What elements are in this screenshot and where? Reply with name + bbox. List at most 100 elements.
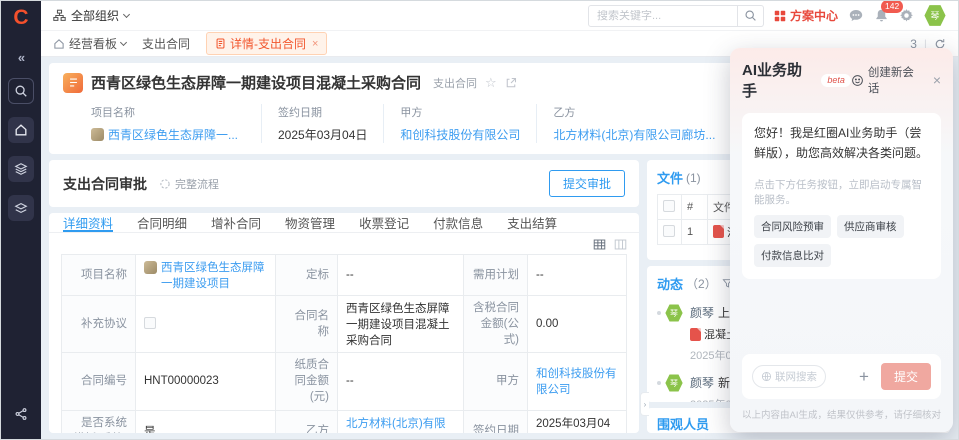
- table-row: 合同编号 HNT00000023 纸质合同金额(元) -- 甲方 和创科技股份有…: [62, 353, 627, 410]
- sidebar-search-button[interactable]: [8, 78, 34, 104]
- grid-icon: [774, 10, 786, 22]
- layers-icon: [14, 201, 28, 215]
- notifications-button[interactable]: 142: [874, 8, 889, 23]
- ai-greeting-card: 您好！我是红圈AI业务助手（尝鲜版），助您高效解决各类问题。 点击下方任务按钮，…: [742, 113, 941, 279]
- tab-label: 经营看板: [69, 35, 117, 52]
- gear-icon: [899, 8, 914, 23]
- tab-label: 详情-支出合同: [230, 35, 306, 52]
- contract-detail-card: 详细资料 合同明细 增补合同 物资管理 收票登记 付款信息 支出结算: [49, 213, 639, 433]
- table-view-icon[interactable]: [593, 238, 606, 251]
- tab-contract-detail-active[interactable]: 详情-支出合同 ×: [206, 32, 327, 55]
- topbar: 全部组织 方案中心 142 琴: [41, 1, 958, 31]
- contract-title: 西青区绿色生态屏障一期建设项目混凝土采购合同: [91, 72, 421, 93]
- tab-label: 支出合同: [142, 35, 190, 52]
- web-search-toggle[interactable]: 联网搜索: [752, 365, 826, 388]
- ai-panel-title: AI业务助手: [742, 59, 816, 101]
- close-tab-icon[interactable]: ×: [312, 38, 318, 50]
- org-selector[interactable]: 全部组织: [53, 7, 129, 24]
- ai-greeting-text: 您好！我是红圈AI业务助手（尝鲜版），助您高效解决各类问题。: [754, 123, 929, 164]
- table-toolbar: [49, 233, 639, 254]
- detail-tabs: 详细资料 合同明细 增补合同 物资管理 收票登记 付款信息 支出结算: [49, 213, 639, 233]
- tab-materials[interactable]: 物资管理: [285, 213, 335, 232]
- party-a-link[interactable]: 和创科技股份有限公司: [536, 368, 617, 396]
- panel-collapse-handle[interactable]: ›: [640, 392, 649, 416]
- solution-center-link[interactable]: 方案中心: [774, 7, 838, 24]
- sidebar: C «: [1, 1, 41, 439]
- tab-dashboard[interactable]: 经营看板: [53, 35, 126, 52]
- global-search: [588, 5, 764, 27]
- ai-input-bar: 联网搜索 + 提交: [742, 354, 941, 399]
- approval-title: 支出合同审批: [63, 174, 147, 194]
- sidebar-modules-button[interactable]: [8, 156, 34, 182]
- table-row: 项目名称 西青区绿色生态屏障一期建设项目 定标 -- 需用计划 --: [62, 255, 627, 296]
- sidebar-apps-button[interactable]: [8, 195, 34, 221]
- attach-plus-icon[interactable]: +: [859, 368, 869, 385]
- full-flow-link[interactable]: 完整流程: [159, 176, 219, 192]
- project-link[interactable]: 西青区绿色生态屏障一...: [108, 126, 238, 143]
- party-a-link[interactable]: 和创科技股份有限公司: [400, 126, 520, 143]
- files-title: 文件: [657, 168, 683, 187]
- select-all-checkbox[interactable]: [663, 200, 675, 212]
- sidebar-home-button[interactable]: [8, 117, 34, 143]
- org-tree-icon: [53, 9, 66, 22]
- layers-icon: [14, 162, 28, 176]
- tab-detail-info[interactable]: 详细资料: [63, 213, 113, 232]
- chat-bubble-icon: [848, 8, 864, 24]
- activity-count: （2）: [686, 275, 717, 292]
- tab-payments[interactable]: 付款信息: [433, 213, 483, 232]
- search-input[interactable]: [589, 10, 737, 22]
- party-b-link[interactable]: 北方材料(北京)有限公司廊坊分公司: [346, 418, 446, 433]
- supplement-checkbox[interactable]: [144, 317, 156, 329]
- collapse-sidebar-icon[interactable]: «: [18, 50, 24, 65]
- project-link[interactable]: 西青区绿色生态屏障一期建设项目: [161, 259, 267, 291]
- task-contract-risk-button[interactable]: 合同风险预审: [754, 215, 831, 238]
- tab-contract-items[interactable]: 合同明细: [137, 213, 187, 232]
- field-sign-date: 签约日期 2025年03月04日: [261, 104, 383, 143]
- org-label: 全部组织: [71, 7, 119, 24]
- chevron-down-icon: [120, 38, 127, 45]
- search-submit-button[interactable]: [737, 6, 763, 26]
- settings-button[interactable]: [899, 8, 914, 23]
- flow-circle-icon: [159, 178, 171, 190]
- contract-doc-icon: [63, 73, 83, 93]
- ai-submit-button[interactable]: 提交: [881, 363, 931, 390]
- new-chat-button[interactable]: 创建新会话: [851, 64, 925, 96]
- messages-button[interactable]: [848, 8, 864, 24]
- pdf-file-icon: [713, 225, 724, 238]
- project-icon: [144, 261, 157, 274]
- table-row: 是否系统模板(系统) 是 乙方 北方材料(北京)有限公司廊坊分公司 签约日期 2…: [62, 410, 627, 433]
- submit-approval-button[interactable]: 提交审批: [549, 170, 625, 197]
- external-link-icon[interactable]: [505, 77, 517, 89]
- tab-invoices[interactable]: 收票登记: [359, 213, 409, 232]
- columns-view-icon[interactable]: [614, 238, 627, 251]
- contract-type-tag: 支出合同: [433, 75, 477, 91]
- field-project-name: 项目名称 西青区绿色生态屏障一...: [91, 104, 261, 143]
- search-icon: [14, 84, 28, 98]
- avatar: 琴: [665, 374, 683, 392]
- beta-badge: beta: [821, 74, 851, 87]
- smiley-icon: [851, 74, 864, 87]
- home-icon: [53, 38, 65, 50]
- tab-settlement[interactable]: 支出结算: [507, 213, 557, 232]
- party-b-link[interactable]: 北方材料(北京)有限公司廊坊...: [553, 126, 715, 143]
- file-checkbox[interactable]: [663, 225, 675, 237]
- tab-supplement[interactable]: 增补合同: [211, 213, 261, 232]
- tab-expense-contracts[interactable]: 支出合同: [142, 35, 190, 52]
- share-network-icon: [14, 407, 28, 421]
- star-favorite-icon[interactable]: ☆: [485, 75, 497, 91]
- avatar[interactable]: 琴: [924, 5, 946, 27]
- file-index: 1: [682, 220, 708, 245]
- approval-bar: 支出合同审批 完整流程 提交审批: [49, 160, 639, 207]
- app-logo: C: [13, 7, 28, 28]
- files-count: (1): [686, 171, 701, 185]
- activity-user: 颜琴: [690, 306, 714, 320]
- table-row: 补充协议 合同名称 西青区绿色生态屏障一期建设项目混凝土采购合同 含税合同金额(…: [62, 296, 627, 353]
- sidebar-share-button[interactable]: [8, 401, 34, 427]
- col-index: #: [682, 195, 708, 220]
- close-ai-panel-icon[interactable]: ×: [933, 73, 941, 87]
- activity-title: 动态: [657, 274, 683, 293]
- task-payment-check-button[interactable]: 付款信息比对: [754, 244, 831, 267]
- home-icon: [14, 123, 28, 137]
- field-party-b: 乙方 北方材料(北京)有限公司廊坊...: [536, 104, 731, 143]
- task-supplier-review-button[interactable]: 供应商审核: [837, 215, 904, 238]
